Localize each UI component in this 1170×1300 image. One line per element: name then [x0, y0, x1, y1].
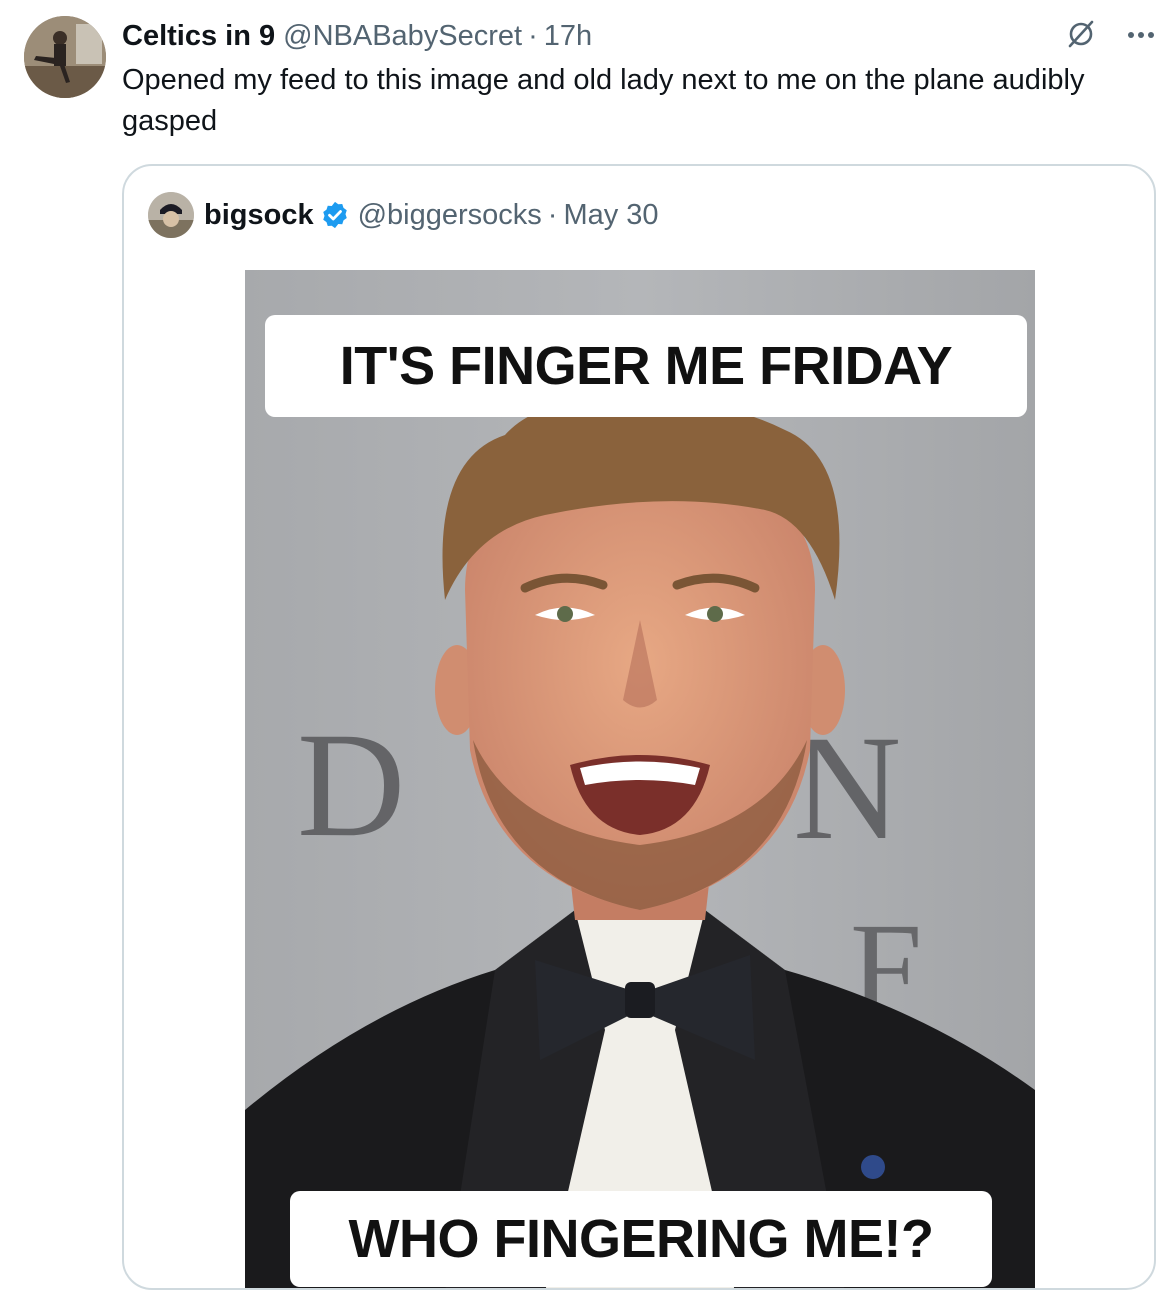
- tweet-header: Celtics in 9 @NBABabySecret · 17h: [122, 16, 592, 56]
- author-handle[interactable]: @NBABabySecret: [283, 20, 522, 53]
- meme-image[interactable]: D N F IT'S FINGER ME FRIDAY WHO FINGERIN…: [245, 270, 1035, 1288]
- meme-caption-top: IT'S FINGER ME FRIDAY: [265, 315, 1027, 417]
- quoted-tweet-header: bigsock @biggersocks · May 30: [148, 192, 659, 238]
- timestamp[interactable]: 17h: [544, 20, 592, 53]
- tweet-actions-top: [1064, 16, 1156, 56]
- quoted-author-name[interactable]: bigsock: [204, 199, 314, 232]
- separator: ·: [528, 19, 538, 52]
- more-dots-icon[interactable]: [1126, 27, 1156, 45]
- avatar-photo: [24, 16, 106, 98]
- lapel-pin: [861, 1155, 885, 1179]
- verified-badge-icon: [320, 200, 350, 230]
- quoted-date[interactable]: May 30: [563, 199, 658, 232]
- backdrop-letter-d: D: [297, 702, 405, 868]
- quoted-tweet[interactable]: bigsock @biggersocks · May 30 D N F IT'S…: [122, 164, 1156, 1290]
- tweet-text: Opened my feed to this image and old lad…: [122, 64, 1085, 137]
- slashed-circle-icon[interactable]: [1064, 17, 1098, 56]
- quoted-separator: ·: [547, 198, 558, 231]
- author-name[interactable]: Celtics in 9: [122, 20, 275, 53]
- meme-caption-bottom: WHO FINGERING ME!?: [290, 1191, 992, 1287]
- avatar[interactable]: [24, 16, 106, 98]
- meme-photo: D N F: [245, 270, 1035, 1288]
- quoted-author-handle[interactable]: @biggersocks: [358, 199, 542, 232]
- quoted-avatar[interactable]: [148, 192, 194, 238]
